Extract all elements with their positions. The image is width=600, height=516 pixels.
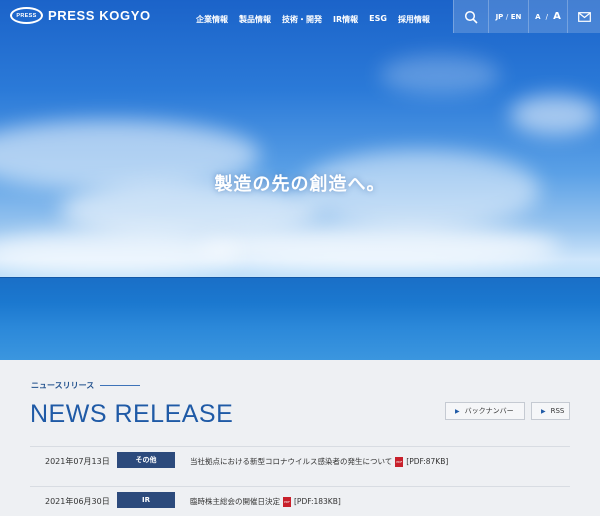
news-section: ニュースリリース NEWS RELEASE ▶ バックナンバー ▶ RSS 20… — [0, 360, 600, 508]
font-size-separator: / — [545, 12, 549, 21]
logo-text: PRESS KOGYO — [48, 8, 151, 23]
news-headline[interactable]: 当社拠点における新型コロナウイルス感染者の発生について — [190, 457, 392, 466]
news-item[interactable]: 2021年07月13日 その他 当社拠点における新型コロナウイルス感染者の発生に… — [30, 446, 570, 476]
lang-jp[interactable]: JP — [496, 13, 504, 21]
hero-catchphrase: 製造の先の創造へ。 — [214, 174, 386, 195]
rss-button[interactable]: ▶ RSS — [531, 402, 570, 420]
news-subtitle: ニュースリリース — [31, 380, 141, 391]
news-title-link[interactable]: 臨時株主総会の開催日決定 PDF [PDF:183KB] — [190, 496, 341, 507]
global-nav: 企業情報 製品情報 技術・開発 IR情報 ESG 採用情報 — [196, 14, 441, 25]
subtitle-divider — [100, 385, 141, 386]
news-date: 2021年07月13日 — [45, 457, 110, 466]
nav-technology[interactable]: 技術・開発 — [282, 14, 322, 25]
contact-button[interactable] — [567, 0, 600, 33]
language-switch[interactable]: JP / EN — [488, 0, 528, 33]
news-headline[interactable]: 臨時株主総会の開催日決定 — [190, 497, 280, 506]
lang-en[interactable]: EN — [511, 13, 522, 21]
font-size-small[interactable]: A — [535, 13, 540, 21]
news-title: NEWS RELEASE — [30, 400, 234, 428]
font-size-switch[interactable]: A / A — [528, 0, 567, 33]
pdf-size: [PDF:183KB] — [294, 497, 341, 506]
lang-separator: / — [505, 12, 509, 21]
search-button[interactable] — [453, 0, 488, 33]
pdf-icon: PDF — [283, 497, 291, 507]
news-category-badge: IR — [117, 492, 175, 508]
arrow-right-icon: ▶ — [541, 407, 546, 415]
pdf-size: [PDF:87KB] — [406, 457, 449, 466]
mail-icon — [577, 11, 591, 22]
news-category-badge: その他 — [117, 452, 175, 468]
nav-ir[interactable]: IR情報 — [333, 14, 358, 25]
nav-esg[interactable]: ESG — [369, 14, 387, 25]
news-title-link[interactable]: 当社拠点における新型コロナウイルス感染者の発生について PDF [PDF:87KB] — [190, 456, 448, 467]
logo-mark: PRESS — [10, 7, 43, 24]
company-logo[interactable]: PRESS PRESS KOGYO — [10, 7, 151, 24]
nav-recruit[interactable]: 採用情報 — [398, 14, 430, 25]
nav-company[interactable]: 企業情報 — [196, 14, 228, 25]
news-item[interactable]: 2021年06月30日 IR 臨時株主総会の開催日決定 PDF [PDF:183KB… — [30, 486, 570, 516]
news-date: 2021年06月30日 — [45, 497, 110, 506]
sea-background — [0, 278, 600, 360]
hero-banner: 製造の先の創造へ。 — [0, 0, 600, 360]
nav-products[interactable]: 製品情報 — [239, 14, 271, 25]
pdf-icon: PDF — [395, 457, 404, 467]
backnumber-button[interactable]: ▶ バックナンバー — [445, 402, 525, 420]
search-icon — [464, 10, 478, 24]
site-header: PRESS PRESS KOGYO 企業情報 製品情報 技術・開発 IR情報 E… — [0, 0, 600, 33]
font-size-large[interactable]: A — [553, 11, 561, 22]
arrow-right-icon: ▶ — [455, 407, 460, 415]
